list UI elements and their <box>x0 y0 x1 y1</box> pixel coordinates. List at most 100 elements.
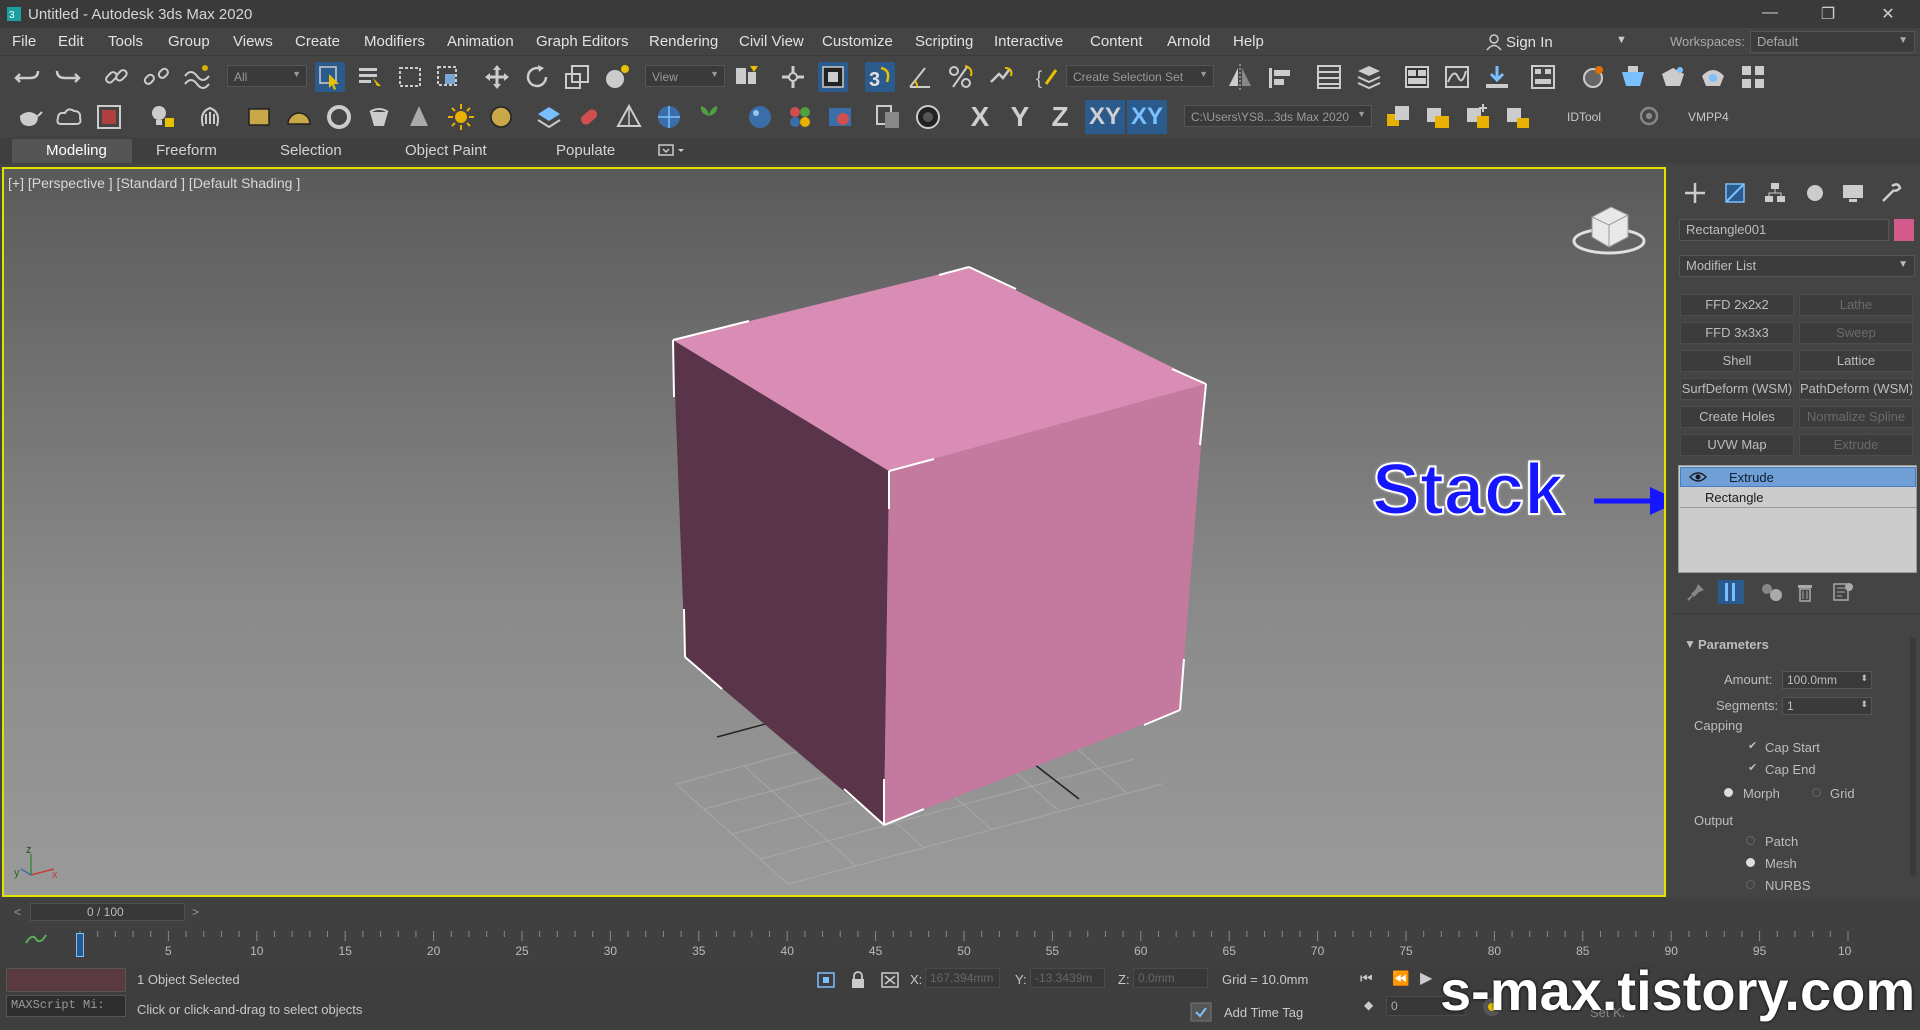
pin-stack-icon[interactable] <box>1686 582 1706 602</box>
layer-explorer-icon[interactable] <box>1354 62 1384 92</box>
project-folder-select[interactable]: C:\Users\YS8...3ds Max 2020 ▼ <box>1184 105 1372 127</box>
go-to-start-icon[interactable]: ⏮ <box>1360 970 1373 987</box>
stack-item-extrude[interactable]: Extrude <box>1680 467 1916 487</box>
sphere-icon[interactable] <box>745 102 775 132</box>
material-editor-icon[interactable] <box>1578 62 1608 92</box>
patch-radio[interactable] <box>1746 836 1755 845</box>
spinner-arrows-icon[interactable]: ⬍ <box>1860 699 1868 710</box>
particle-grid-icon[interactable] <box>534 102 564 132</box>
constrain-x-button[interactable]: X <box>963 100 997 134</box>
viewcube-icon[interactable] <box>1572 206 1646 255</box>
create-holes-button[interactable]: Create Holes <box>1680 406 1794 428</box>
extrude-set-button[interactable]: Extrude <box>1799 434 1913 456</box>
maxscript-listener-output[interactable] <box>6 968 126 992</box>
foliage-icon[interactable] <box>694 102 724 132</box>
pivot-center-icon[interactable] <box>732 62 762 92</box>
lattice-button[interactable]: Lattice <box>1799 350 1913 372</box>
menu-customize[interactable]: Customize <box>822 33 893 50</box>
object-name-field[interactable]: Rectangle001 <box>1679 219 1889 241</box>
utilities-tab-icon[interactable] <box>1878 180 1904 206</box>
render-setup-icon[interactable] <box>1618 62 1648 92</box>
make-unique-icon[interactable] <box>1760 582 1784 602</box>
rotate-icon[interactable] <box>522 62 552 92</box>
trash-icon[interactable] <box>1796 582 1814 602</box>
constrain-y-button[interactable]: Y <box>1003 100 1037 134</box>
schematic-view-icon[interactable] <box>1528 62 1558 92</box>
uvw-map-button[interactable]: UVW Map <box>1680 434 1794 456</box>
segments-spinner[interactable]: 1 ⬍ <box>1782 697 1872 715</box>
rectangular-selection-icon[interactable] <box>395 62 425 92</box>
unlink-icon[interactable] <box>141 62 171 92</box>
open-project-icon[interactable] <box>1423 102 1453 132</box>
minimize-button[interactable]: — <box>1755 4 1785 24</box>
menu-graph-editors[interactable]: Graph Editors <box>536 33 629 50</box>
show-end-result-icon[interactable] <box>1718 580 1744 604</box>
move-icon[interactable] <box>482 62 512 92</box>
spinner-snap-icon[interactable] <box>985 62 1015 92</box>
ffd-3x3x3-button[interactable]: FFD 3x3x3 <box>1680 322 1794 344</box>
keyboard-shortcut-override-icon[interactable] <box>818 62 848 92</box>
eye-icon[interactable] <box>1689 471 1707 483</box>
tab-selection[interactable]: Selection <box>280 142 342 159</box>
morph-radio[interactable] <box>1724 788 1733 797</box>
next-frame-button[interactable]: > <box>192 905 199 919</box>
percent-snap-icon[interactable] <box>945 62 975 92</box>
spinner-arrows-icon[interactable]: ⬍ <box>1860 673 1868 684</box>
reference-coordinate-select[interactable]: View ▼ <box>645 65 725 87</box>
perspective-viewport[interactable]: [+] [Perspective ] [Standard ] [Default … <box>2 167 1666 897</box>
cone-icon[interactable] <box>404 102 434 132</box>
align-icon[interactable] <box>1265 62 1295 92</box>
multi-material-icon[interactable] <box>785 102 815 132</box>
record-icon[interactable] <box>913 102 943 132</box>
modify-tab-icon[interactable] <box>1722 180 1748 206</box>
z-coord-field[interactable]: 0.0mm <box>1133 968 1208 988</box>
menu-modifiers[interactable]: Modifiers <box>364 33 425 50</box>
motion-tab-icon[interactable] <box>1802 180 1828 206</box>
menu-content[interactable]: Content <box>1090 33 1143 50</box>
stack-item-rectangle[interactable]: Rectangle <box>1680 488 1916 508</box>
absolute-mode-icon[interactable] <box>880 971 900 989</box>
curve-editor-mini-icon[interactable] <box>24 931 48 947</box>
time-slider[interactable]: 0 / 100 <box>30 903 185 921</box>
sweep-button[interactable]: Sweep <box>1799 322 1913 344</box>
create-tab-icon[interactable] <box>1682 180 1708 206</box>
menu-civil-view[interactable]: Civil View <box>739 33 804 50</box>
lathe-button[interactable]: Lathe <box>1799 294 1913 316</box>
y-coord-field[interactable]: -13.3439m <box>1030 968 1105 988</box>
undo-icon[interactable] <box>12 62 42 92</box>
isolate-selection-icon[interactable] <box>816 971 836 989</box>
material-map-icon[interactable] <box>825 102 855 132</box>
amount-spinner[interactable]: 100.0mm ⬍ <box>1782 671 1872 689</box>
teapot-primitive-icon[interactable] <box>364 102 394 132</box>
hierarchy-tab-icon[interactable] <box>1762 180 1788 206</box>
render-frame-icon[interactable] <box>94 102 124 132</box>
menu-interactive[interactable]: Interactive <box>994 33 1063 50</box>
render-in-cloud-icon[interactable] <box>1738 62 1768 92</box>
key-mode-icon[interactable]: ◆ <box>1364 998 1373 1012</box>
vmpp4-label[interactable]: VMPP4 <box>1688 110 1729 124</box>
tab-object-paint[interactable]: Object Paint <box>405 142 487 159</box>
menu-tools[interactable]: Tools <box>108 33 143 50</box>
menu-views[interactable]: Views <box>233 33 273 50</box>
lock-icon[interactable] <box>850 970 866 990</box>
add-time-tag-button[interactable]: Add Time Tag <box>1224 1005 1303 1020</box>
close-button[interactable]: ✕ <box>1873 4 1903 24</box>
toggle-ribbon-icon[interactable] <box>1402 62 1432 92</box>
dope-sheet-icon[interactable] <box>1482 62 1512 92</box>
pathdeform-button[interactable]: PathDeform (WSM) <box>1799 378 1913 400</box>
tab-modeling[interactable]: Modeling <box>12 139 132 163</box>
teapot-icon[interactable] <box>14 102 44 132</box>
angle-snap-icon[interactable] <box>905 62 935 92</box>
skylight-icon[interactable] <box>486 102 516 132</box>
bind-space-warp-icon[interactable] <box>181 62 211 92</box>
grid-radio[interactable] <box>1812 788 1821 797</box>
time-tag-icon[interactable] <box>1190 1002 1212 1022</box>
object-color-swatch[interactable] <box>1894 219 1914 241</box>
menu-file[interactable]: File <box>12 33 36 50</box>
tab-populate[interactable]: Populate <box>556 142 615 159</box>
tab-freeform[interactable]: Freeform <box>156 142 217 159</box>
link-icon[interactable] <box>101 62 131 92</box>
previous-frame-icon[interactable]: ⏪ <box>1392 970 1409 987</box>
display-tab-icon[interactable] <box>1840 180 1866 206</box>
select-manipulate-icon[interactable] <box>778 62 808 92</box>
